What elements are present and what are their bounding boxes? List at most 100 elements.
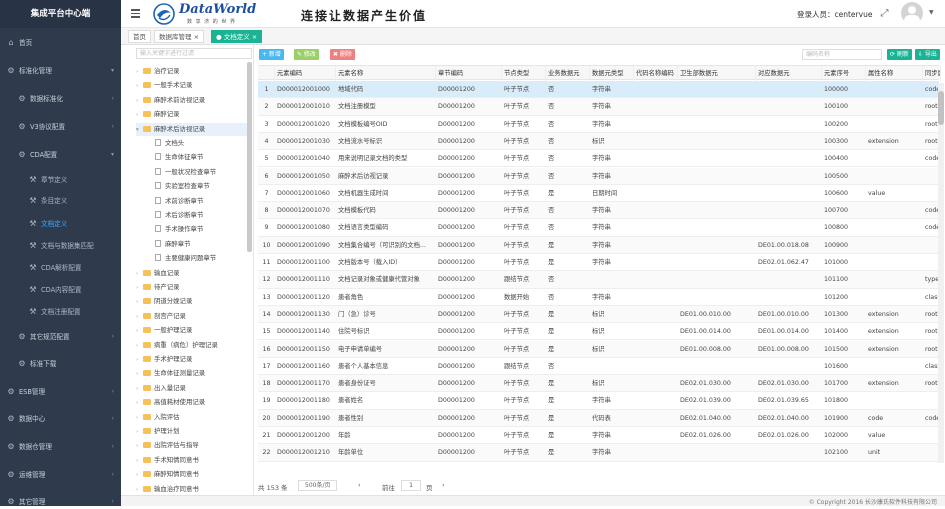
caret-right-icon[interactable]: › (136, 109, 143, 122)
table-row[interactable]: 16 D000012001150 电子申请单编号 D00001200 叶子节点 是 标识 DE… (258, 340, 939, 358)
caret-right-icon[interactable]: › (136, 66, 143, 79)
tree-node[interactable]: › 高值耗材使用记录 (136, 396, 247, 409)
next-page-button[interactable]: › (442, 481, 445, 489)
caret-right-icon[interactable]: › (136, 354, 143, 367)
sidebar-item[interactable]: ⚙ 其它规范配置 › (0, 330, 121, 344)
table-row[interactable]: 15 D000012001140 住院号标识 D00001200 叶子节点 是 标识 DE01… (258, 323, 939, 341)
caret-right-icon[interactable]: › (136, 340, 143, 353)
add-button[interactable]: + 新增 (259, 49, 284, 60)
table-row[interactable]: 21 D000012001200 年龄 D00001200 叶子节点 是 字符串 DE02.0… (258, 427, 939, 445)
tree-node[interactable]: 文档头 (155, 137, 245, 150)
tree-node[interactable]: › 出院评估与指导 (136, 439, 247, 452)
caret-right-icon[interactable]: › (136, 268, 143, 281)
tree-node[interactable]: › 阴道分娩记录 (136, 295, 247, 308)
tree-node[interactable]: ▾ 麻醉术后访视记录 (136, 122, 247, 137)
table-row[interactable]: 14 D000012001130 门（急）诊号 D00001200 叶子节点 是 标识 DE0… (258, 305, 939, 324)
sidebar-item[interactable]: ⚙ ESB管理 › (0, 385, 121, 399)
column-header[interactable]: 代码名称编码 (634, 66, 678, 81)
sidebar-item[interactable]: ⚒ 文档与数据集匹配 (0, 239, 121, 253)
table-row[interactable]: 1 D000012001000 地域代码 D00001200 叶子节点 否 字符串 10000… (258, 81, 940, 99)
tree-node[interactable]: › 剖宫产记录 (136, 310, 247, 323)
refresh-button[interactable]: ⟳ 刷新 (887, 49, 912, 60)
sidebar-item[interactable]: ⚒ 文档注册配置 (0, 305, 121, 319)
tree-node[interactable]: › 入院评估 (136, 411, 247, 424)
prev-page-button[interactable]: ‹ (358, 481, 361, 489)
column-header[interactable]: 元素序号 (822, 66, 866, 81)
tree-node[interactable]: › 一般手术记录 (136, 79, 247, 92)
tab-document-definition[interactable]: ● 文档定义 × (211, 30, 263, 43)
sidebar-item[interactable]: ⚙ 运维管理 › (0, 468, 121, 482)
column-header[interactable]: 元素编码 (275, 66, 336, 81)
tree-node[interactable]: › 出入量记录 (136, 382, 247, 395)
table-row[interactable]: 5 D000012001040 用来说明记录文档的类型 D00001200 叶子节点 否 字… (258, 150, 940, 168)
sidebar-item[interactable]: ⚒ CDA内容配置 (0, 283, 121, 297)
table-row[interactable]: 11 D000012001100 文档版本号（载入ID） D00001200 叶子节点 是… (258, 254, 939, 272)
tree-node[interactable]: › 一般护理记录 (136, 324, 247, 337)
sidebar-item[interactable]: ⚙ 数据中心 › (0, 412, 121, 426)
caret-right-icon[interactable]: › (136, 383, 143, 396)
tree-node[interactable]: 主要健康问题章节 (155, 252, 245, 265)
avatar[interactable] (901, 2, 923, 24)
sidebar-item[interactable]: ⚒ CDA解析配置 (0, 261, 121, 275)
table-row[interactable]: 12 D000012001110 文档记录对象或健康代管对象 D00001200 跟结节… (258, 271, 939, 289)
caret-right-icon[interactable]: › (136, 282, 143, 295)
caret-right-icon[interactable]: › (136, 95, 143, 108)
chevron-down-icon[interactable]: ▼ (929, 9, 934, 16)
column-header[interactable]: 卫生部数据元 (678, 66, 756, 81)
column-header[interactable]: 同步属性 (923, 66, 941, 81)
caret-right-icon[interactable]: › (136, 296, 143, 309)
caret-right-icon[interactable]: › (136, 311, 143, 324)
caret-down-icon[interactable]: ▾ (136, 124, 143, 137)
column-header[interactable]: 数据元类型 (590, 66, 634, 81)
tree-node[interactable]: 手术操作章节 (155, 223, 245, 236)
tree-node[interactable]: 术前诊断章节 (155, 195, 245, 208)
table-row[interactable]: 8 D000012001070 文档模板代码 D00001200 叶子节点 否 字符串 100… (258, 202, 940, 220)
grid-scrollbar-thumb[interactable] (938, 91, 944, 125)
column-header[interactable]: 章节编码 (436, 66, 502, 81)
caret-right-icon[interactable]: › (136, 469, 143, 482)
tree-node[interactable]: › 生命体征测量记录 (136, 367, 247, 380)
tab-database-manage[interactable]: 数据库管理 × (154, 30, 205, 43)
table-row[interactable]: 17 D000012001160 患者个人基本信息 D00001200 跟结节点 否 101… (258, 358, 941, 376)
tree-node[interactable]: › 手术知情同意书 (136, 454, 247, 467)
table-row[interactable]: 22 D000012001210 年龄单位 D00001200 叶子节点 是 字符串 1021… (258, 444, 939, 462)
sidebar-item[interactable]: ⌂ 首页 (0, 36, 121, 50)
table-row[interactable]: 10 D000012001090 文档集合编号（可识别的文档... D00001200… (258, 236, 939, 254)
sidebar-item[interactable]: ⚒ 文档定义 (0, 217, 121, 231)
column-header[interactable]: 业务数据元 (546, 66, 590, 81)
tree-node[interactable]: 实验室检查章节 (155, 180, 245, 193)
table-row[interactable]: 9 D000012001080 文档语言类型编码 D00001200 叶子节点 否 字符串 1… (258, 219, 940, 237)
tree-node[interactable]: › 麻醉记录 (136, 108, 247, 121)
column-header[interactable]: 节点类型 (502, 66, 546, 81)
sidebar-item[interactable]: ⚙ 标准化管理 ▾ (0, 64, 121, 78)
caret-right-icon[interactable]: › (136, 368, 143, 381)
tree-node[interactable]: › 手术护理记录 (136, 353, 247, 366)
table-row[interactable]: 19 D000012001180 患者姓名 D00001200 叶子节点 是 字符串 DE02… (258, 392, 939, 410)
table-row[interactable]: 20 D000012001190 患者性别 D00001200 叶子节点 是 代码表 DE02… (258, 409, 940, 427)
sidebar-item[interactable]: ⚙ V3协议配置 › (0, 120, 121, 134)
table-row[interactable]: 2 D000012001010 文档注册模型 D00001200 叶子节点 否 字符串 100… (258, 98, 939, 116)
sidebar-item[interactable]: ⚙ 标准下载 (0, 357, 121, 371)
table-row[interactable]: 13 D000012001120 患者角色 D00001200 数据开始 否 字符串 1012… (258, 289, 941, 306)
caret-right-icon[interactable]: › (136, 412, 143, 425)
caret-right-icon[interactable]: › (136, 440, 143, 453)
sidebar-item[interactable]: ⚙ CDA配置 ▾ (0, 148, 121, 162)
caret-right-icon[interactable]: › (136, 397, 143, 410)
tree-node[interactable]: › 待产记录 (136, 281, 247, 294)
caret-right-icon[interactable]: › (136, 455, 143, 468)
export-button[interactable]: ⇩ 导出 (915, 49, 940, 60)
table-row[interactable]: 18 D000012001170 患者身份证号 D00001200 叶子节点 是 标识 DE0… (258, 375, 939, 393)
fullscreen-icon[interactable]: ⤢ (879, 8, 890, 19)
tree-node[interactable]: › 麻醉知情同意书 (136, 468, 247, 481)
tree-node[interactable]: 一般状况检查章节 (155, 166, 245, 179)
table-row[interactable]: 3 D000012001020 文档模板编号OID D00001200 叶子节点 否 字符串… (258, 116, 939, 133)
tree-node[interactable]: 术后诊断章节 (155, 209, 245, 222)
column-header[interactable]: 元素名称 (336, 66, 436, 81)
tree-filter-input[interactable]: 输入关键字进行过滤 (136, 48, 252, 59)
sidebar-item[interactable]: ⚙ 数据标准化 › (0, 92, 121, 106)
grid-scrollbar[interactable] (938, 83, 944, 463)
tree-node[interactable]: › 麻醉术前访视记录 (136, 94, 247, 107)
caret-right-icon[interactable]: › (136, 426, 143, 439)
caret-right-icon[interactable]: › (136, 325, 143, 338)
sidebar-item[interactable]: ⚙ 其它管理 › (0, 495, 121, 509)
